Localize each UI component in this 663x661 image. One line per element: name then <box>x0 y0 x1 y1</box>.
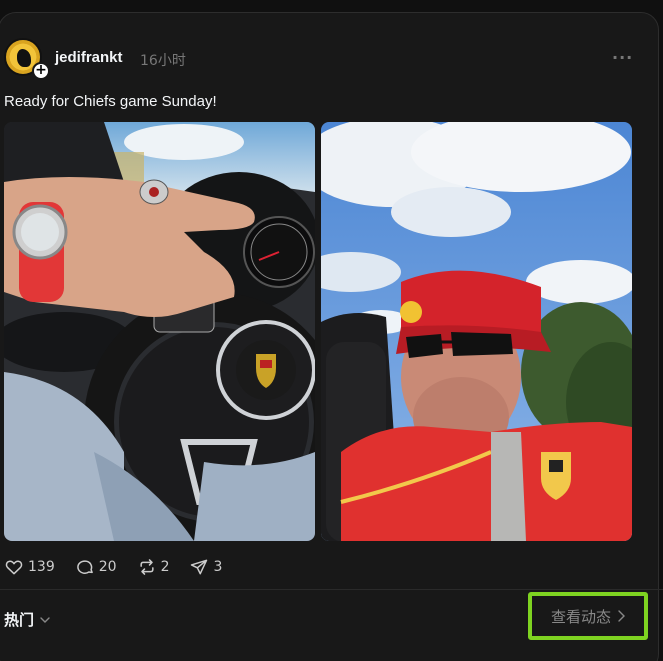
post-image-1[interactable] <box>4 122 315 541</box>
repost-button[interactable]: 2 <box>137 557 170 577</box>
view-activity-button[interactable]: 查看动态 <box>528 592 648 640</box>
post-timestamp: 16小时 <box>140 53 186 69</box>
comment-button[interactable]: 20 <box>75 557 117 577</box>
repost-icon <box>139 559 154 575</box>
like-count: 139 <box>28 559 55 575</box>
comment-count: 20 <box>98 559 117 575</box>
send-icon <box>191 559 208 575</box>
share-button[interactable]: 3 <box>189 557 222 577</box>
chevron-down-icon <box>40 616 50 623</box>
comment-icon <box>76 560 93 574</box>
author-username[interactable]: jedifrankt <box>55 49 123 66</box>
view-activity-label: 查看动态 <box>550 607 611 626</box>
prancing-horse-logo <box>17 49 31 67</box>
avatar[interactable]: + <box>4 38 50 80</box>
heart-icon <box>5 560 23 575</box>
more-horizontal-icon[interactable]: ··· <box>612 48 633 67</box>
post-image-2[interactable] <box>321 122 632 541</box>
like-button[interactable]: 139 <box>4 557 55 577</box>
post-caption: Ready for Chiefs game Sunday! <box>4 93 217 110</box>
follow-plus-icon[interactable]: + <box>32 62 50 80</box>
post-actions: 139 20 2 3 <box>4 557 242 577</box>
sort-label: 热门 <box>4 611 35 629</box>
footer-divider <box>0 589 663 590</box>
sort-dropdown[interactable]: 热门 <box>4 609 50 630</box>
chevron-right-icon <box>618 610 625 622</box>
repost-count: 2 <box>160 559 170 575</box>
share-count: 3 <box>213 559 223 575</box>
